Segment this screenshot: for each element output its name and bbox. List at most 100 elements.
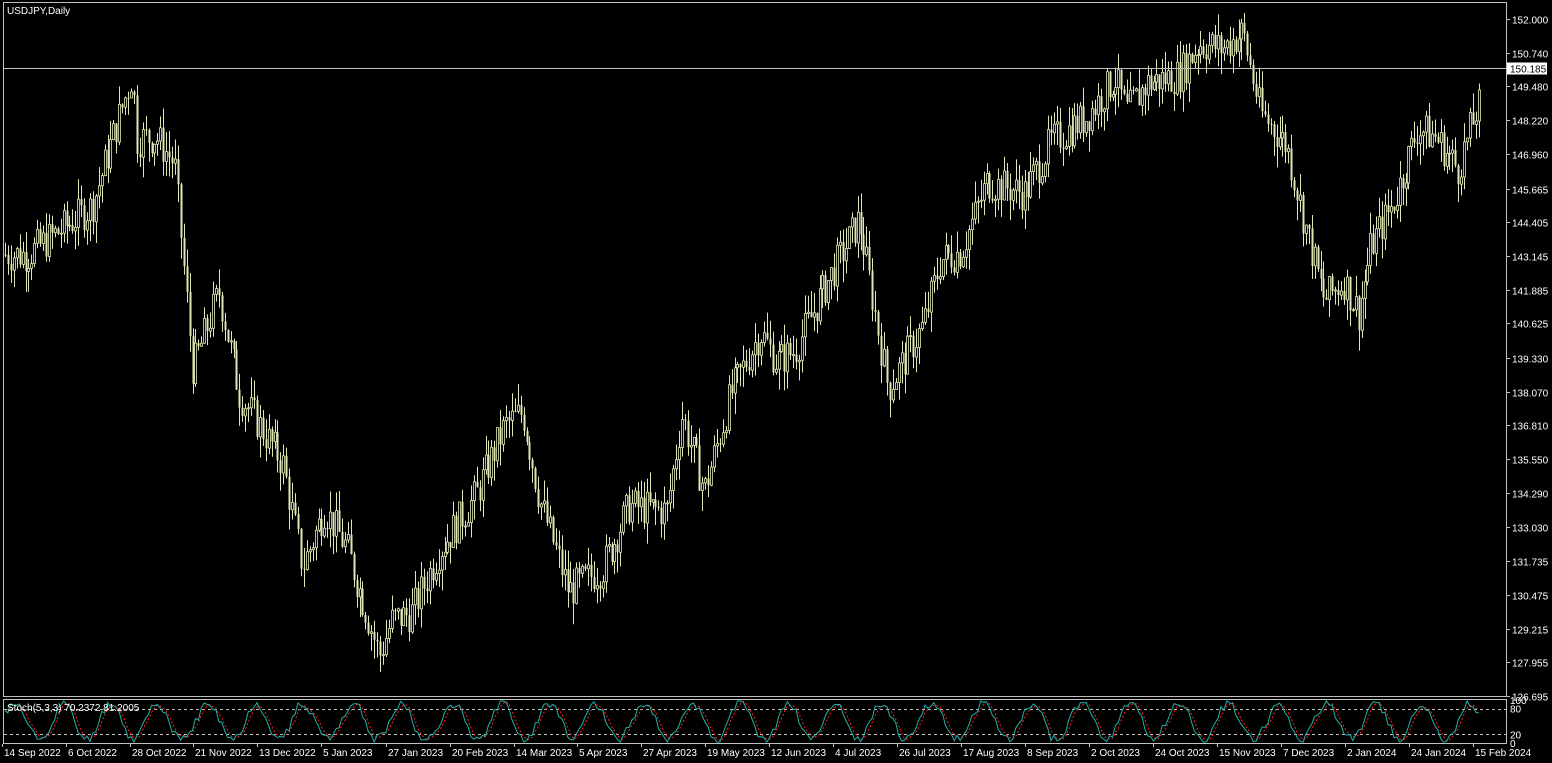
- candle-body: [238, 389, 241, 408]
- candle-body: [1364, 281, 1367, 299]
- candle-body: [1082, 106, 1085, 133]
- time-tick-label: 20 Feb 2023: [452, 748, 509, 759]
- candle-body: [666, 502, 669, 505]
- candle-body: [1170, 70, 1173, 92]
- candle-body: [174, 158, 177, 164]
- candle-body: [145, 129, 148, 131]
- candle-body: [1161, 72, 1164, 90]
- candle-body: [221, 295, 224, 322]
- candle-body: [367, 622, 370, 634]
- price-tick-label: 148.220: [1512, 117, 1549, 128]
- candle-body: [1094, 108, 1097, 115]
- candle-body: [80, 199, 83, 206]
- price-tick-label: 136.810: [1512, 422, 1549, 433]
- candle-body: [408, 615, 411, 633]
- candle-body: [329, 511, 332, 530]
- candle-body: [810, 312, 813, 318]
- candle-body: [906, 335, 909, 375]
- candle-body: [508, 417, 511, 421]
- candle-body: [1114, 87, 1117, 95]
- candle-body: [1466, 137, 1469, 143]
- candle-body: [991, 198, 994, 201]
- candle-body: [256, 400, 259, 437]
- candle-body: [643, 497, 646, 524]
- candle-body: [156, 140, 159, 145]
- candle-body: [953, 267, 956, 273]
- candle-body: [1059, 121, 1062, 148]
- candle-body: [1246, 33, 1249, 56]
- candle-body: [385, 637, 388, 656]
- candle-body: [1469, 112, 1472, 139]
- candle-body: [757, 342, 760, 356]
- candle-body: [136, 95, 139, 154]
- candle-body: [344, 539, 347, 548]
- candle-body: [1220, 35, 1223, 54]
- candle-body: [1270, 123, 1273, 125]
- candle-body: [332, 512, 335, 537]
- candle-body: [27, 267, 30, 272]
- candle-body: [622, 505, 625, 533]
- candle-body: [1103, 108, 1106, 113]
- time-tick-label: 2 Jan 2024: [1347, 748, 1397, 759]
- candle-body: [634, 490, 637, 504]
- candle-body: [1305, 224, 1308, 234]
- candle-body: [1150, 75, 1153, 90]
- candle-body: [441, 556, 444, 571]
- candle-body: [312, 547, 315, 551]
- candle-body: [376, 639, 379, 642]
- candle-body: [813, 312, 816, 318]
- price-tick-label: 135.550: [1512, 456, 1549, 467]
- candle-body: [1381, 216, 1384, 239]
- chart-canvas[interactable]: 152.000 150.740 149.480 148.220 146.960 145.6…: [0, 0, 1552, 763]
- candle-body: [569, 582, 572, 593]
- candle-body: [189, 291, 192, 337]
- candle-body: [520, 405, 523, 415]
- candle-body: [7, 254, 10, 265]
- candle-body: [350, 534, 353, 555]
- candle-body: [262, 417, 265, 440]
- stoch-layer: [4, 699, 1506, 744]
- candle-body: [898, 362, 901, 383]
- candle-body: [1446, 153, 1449, 167]
- candle-body: [977, 200, 980, 203]
- time-axis[interactable]: 14 Sep 2022 6 Oct 2022 28 Oct 2022 21 Nov 2…: [2, 744, 1532, 759]
- candle-body: [819, 288, 822, 322]
- candle-body: [493, 447, 496, 461]
- time-tick-label: 28 Oct 2022: [132, 748, 187, 759]
- candle-body: [649, 492, 652, 503]
- candle-body: [435, 573, 438, 581]
- candle-body: [33, 242, 36, 264]
- candle-body: [854, 217, 857, 244]
- candle-body: [429, 567, 432, 592]
- candle-body: [918, 328, 921, 348]
- candle-body: [572, 582, 575, 604]
- candle-body: [845, 248, 848, 262]
- candle-body: [464, 525, 467, 528]
- candle-body: [874, 309, 877, 312]
- candle-body: [335, 510, 338, 537]
- candle-body: [1311, 228, 1314, 266]
- candle-body: [200, 342, 203, 347]
- candle-body: [86, 220, 89, 231]
- candle-body: [124, 97, 127, 108]
- candle-body: [51, 224, 54, 233]
- time-tick-label: 21 Nov 2022: [195, 748, 252, 759]
- candle-body: [320, 519, 323, 537]
- candle-body: [1164, 72, 1167, 84]
- candle-body: [42, 232, 45, 244]
- candle-body: [1208, 44, 1211, 60]
- candle-body: [250, 397, 253, 409]
- price-axis[interactable]: 152.000 150.740 149.480 148.220 146.960 145.6…: [1506, 16, 1549, 704]
- candle-body: [1155, 74, 1158, 83]
- candle-body: [282, 455, 285, 474]
- candle-body: [1402, 178, 1405, 189]
- candle-body: [1334, 289, 1337, 292]
- candle-body: [901, 352, 904, 364]
- candle-body: [1068, 125, 1071, 147]
- candle-body: [36, 228, 39, 244]
- price-tick-label: 140.625: [1512, 320, 1549, 331]
- candle-body: [373, 631, 376, 640]
- candle-body: [1451, 149, 1454, 154]
- time-tick-label: 12 Jun 2023: [771, 748, 826, 759]
- candle-body: [778, 350, 781, 370]
